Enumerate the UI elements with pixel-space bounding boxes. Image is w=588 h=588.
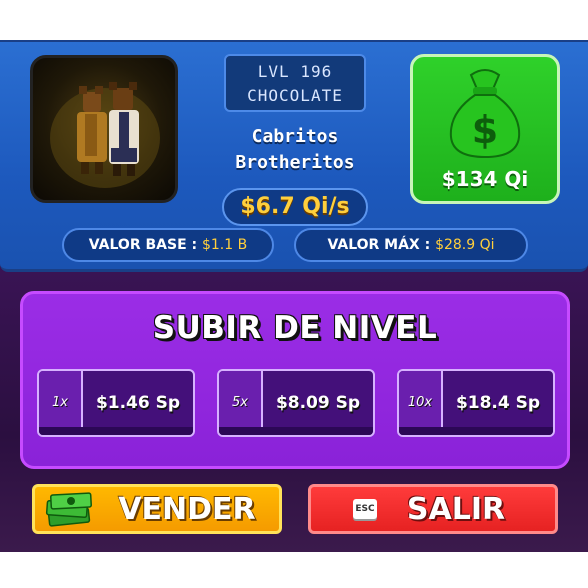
base-value-stat: VALOR BASE : $1.1 B (62, 228, 274, 262)
svg-text:$: $ (472, 108, 498, 152)
level-text: LVL 196 (257, 62, 333, 81)
level-up-1x-button[interactable]: 1x $1.46 Sp (37, 369, 195, 437)
sell-value: $134 Qi (441, 167, 529, 191)
max-value-label: VALOR MÁX : (327, 237, 431, 253)
max-value: $28.9 Qi (435, 237, 495, 253)
base-value-label: VALOR BASE : (88, 237, 198, 253)
income-rate: $6.7 Qi/s (222, 188, 368, 226)
brainrot-name: Cabritos Brotheritos (200, 124, 390, 176)
brainrot-portrait (30, 55, 178, 203)
level-up-price: $1.46 Sp (95, 393, 181, 413)
level-up-price: $18.4 Sp (455, 393, 541, 413)
cabritos-figures-image (50, 82, 160, 188)
level-up-price: $8.09 Sp (275, 393, 361, 413)
money-bag-icon: $ (449, 69, 521, 159)
multiplier-label: 1x (39, 371, 83, 435)
cash-stack-icon (45, 492, 92, 527)
esc-key-icon: ESC (353, 499, 377, 519)
level-up-title: SUBIR DE NIVEL (152, 310, 438, 346)
game-screen: LVL 196 CHOCOLATE Cabritos Brotheritos $… (0, 0, 588, 588)
sell-value-box: $ $134 Qi (410, 54, 560, 204)
base-value: $1.1 B (201, 237, 248, 253)
multiplier-label: 10x (399, 371, 443, 435)
level-up-panel: SUBIR DE NIVEL 1x $1.46 Sp 5x $8.09 Sp 1… (20, 291, 570, 469)
sell-label: VENDER (118, 492, 256, 527)
multiplier-label: 5x (219, 371, 263, 435)
exit-label: SALIR (406, 492, 506, 527)
brainrot-name-line1: Cabritos (251, 126, 339, 147)
level-badge: LVL 196 CHOCOLATE (224, 54, 366, 112)
level-up-5x-button[interactable]: 5x $8.09 Sp (217, 369, 375, 437)
mutation-text: CHOCOLATE (247, 86, 343, 105)
max-value-stat: VALOR MÁX : $28.9 Qi (294, 228, 528, 262)
level-up-10x-button[interactable]: 10x $18.4 Sp (397, 369, 555, 437)
brainrot-name-line2: Brotheritos (235, 152, 355, 173)
sell-button[interactable]: VENDER (32, 484, 282, 534)
exit-button[interactable]: ESC SALIR (308, 484, 558, 534)
